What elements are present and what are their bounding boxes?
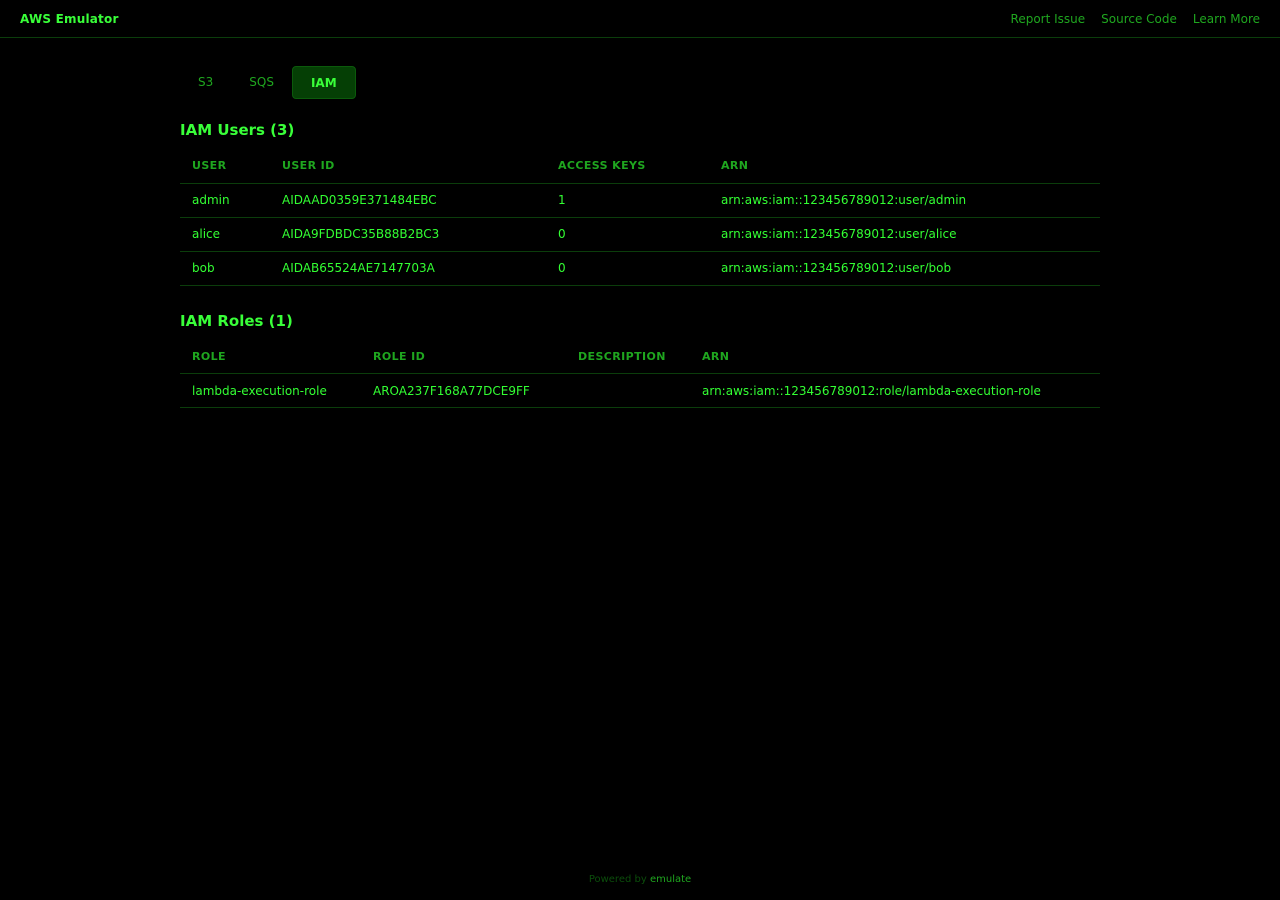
roles-section-title: IAM Roles (1) <box>180 311 293 330</box>
user-name: alice <box>180 217 270 252</box>
footer: Powered by emulate <box>0 874 1280 885</box>
column-header-arn: ARN <box>690 339 1100 374</box>
tab-iam[interactable]: IAM <box>291 66 356 99</box>
column-header-role: ROLE <box>180 339 361 374</box>
user-id: AIDAAD0359E371484EBC <box>270 183 546 218</box>
service-tabs: S3 SQS IAM <box>180 66 1100 99</box>
source-code-link[interactable]: Source Code <box>1101 12 1177 26</box>
access-key-count: 0 <box>546 217 709 252</box>
table-row[interactable]: alice AIDA9FDBDC35B88B2BC3 0 arn:aws:iam… <box>180 217 1100 252</box>
role-description <box>566 373 690 408</box>
table-row[interactable]: lambda-execution-role AROA237F168A77DCE9… <box>180 373 1100 408</box>
user-name: admin <box>180 183 270 218</box>
learn-more-link[interactable]: Learn More <box>1193 12 1260 26</box>
roles-table-header: ROLE ROLE ID DESCRIPTION ARN <box>180 339 1100 374</box>
column-header-user-id: USER ID <box>270 149 546 184</box>
user-arn: arn:aws:iam::123456789012:user/admin <box>709 183 1100 218</box>
app-title: AWS Emulator <box>20 11 119 26</box>
table-row[interactable]: bob AIDAB65524AE7147703A 0 arn:aws:iam::… <box>180 251 1100 286</box>
column-header-access-keys: ACCESS KEYS <box>546 149 709 184</box>
access-key-count: 1 <box>546 183 709 218</box>
role-name: lambda-execution-role <box>180 373 361 408</box>
role-id: AROA237F168A77DCE9FF <box>361 373 566 408</box>
access-key-count: 0 <box>546 251 709 286</box>
tab-sqs[interactable]: SQS <box>231 66 292 99</box>
user-arn: arn:aws:iam::123456789012:user/alice <box>709 217 1100 252</box>
emulate-link[interactable]: emulate <box>650 874 691 885</box>
user-arn: arn:aws:iam::123456789012:user/bob <box>709 251 1100 286</box>
users-section-title: IAM Users (3) <box>180 121 295 139</box>
user-name: bob <box>180 251 270 286</box>
main-content: S3 SQS IAM IAM Users (3) USER USER ID AC… <box>180 66 1100 408</box>
column-header-role-id: ROLE ID <box>361 339 566 374</box>
users-table: USER USER ID ACCESS KEYS ARN admin AIDAA… <box>180 149 1100 286</box>
report-issue-link[interactable]: Report Issue <box>1011 12 1086 26</box>
tab-s3[interactable]: S3 <box>180 66 231 99</box>
role-arn: arn:aws:iam::123456789012:role/lambda-ex… <box>690 373 1100 408</box>
table-row[interactable]: admin AIDAAD0359E371484EBC 1 arn:aws:iam… <box>180 183 1100 218</box>
top-bar: AWS Emulator Report Issue Source Code Le… <box>0 0 1280 38</box>
users-table-header: USER USER ID ACCESS KEYS ARN <box>180 149 1100 184</box>
header-links: Report Issue Source Code Learn More <box>1011 12 1260 26</box>
column-header-arn: ARN <box>709 149 1100 184</box>
roles-table: ROLE ROLE ID DESCRIPTION ARN lambda-exec… <box>180 339 1100 408</box>
column-header-description: DESCRIPTION <box>566 339 690 374</box>
footer-prefix: Powered by <box>588 874 647 885</box>
column-header-user: USER <box>180 149 270 184</box>
user-id: AIDAB65524AE7147703A <box>270 251 546 286</box>
user-id: AIDA9FDBDC35B88B2BC3 <box>270 217 546 252</box>
